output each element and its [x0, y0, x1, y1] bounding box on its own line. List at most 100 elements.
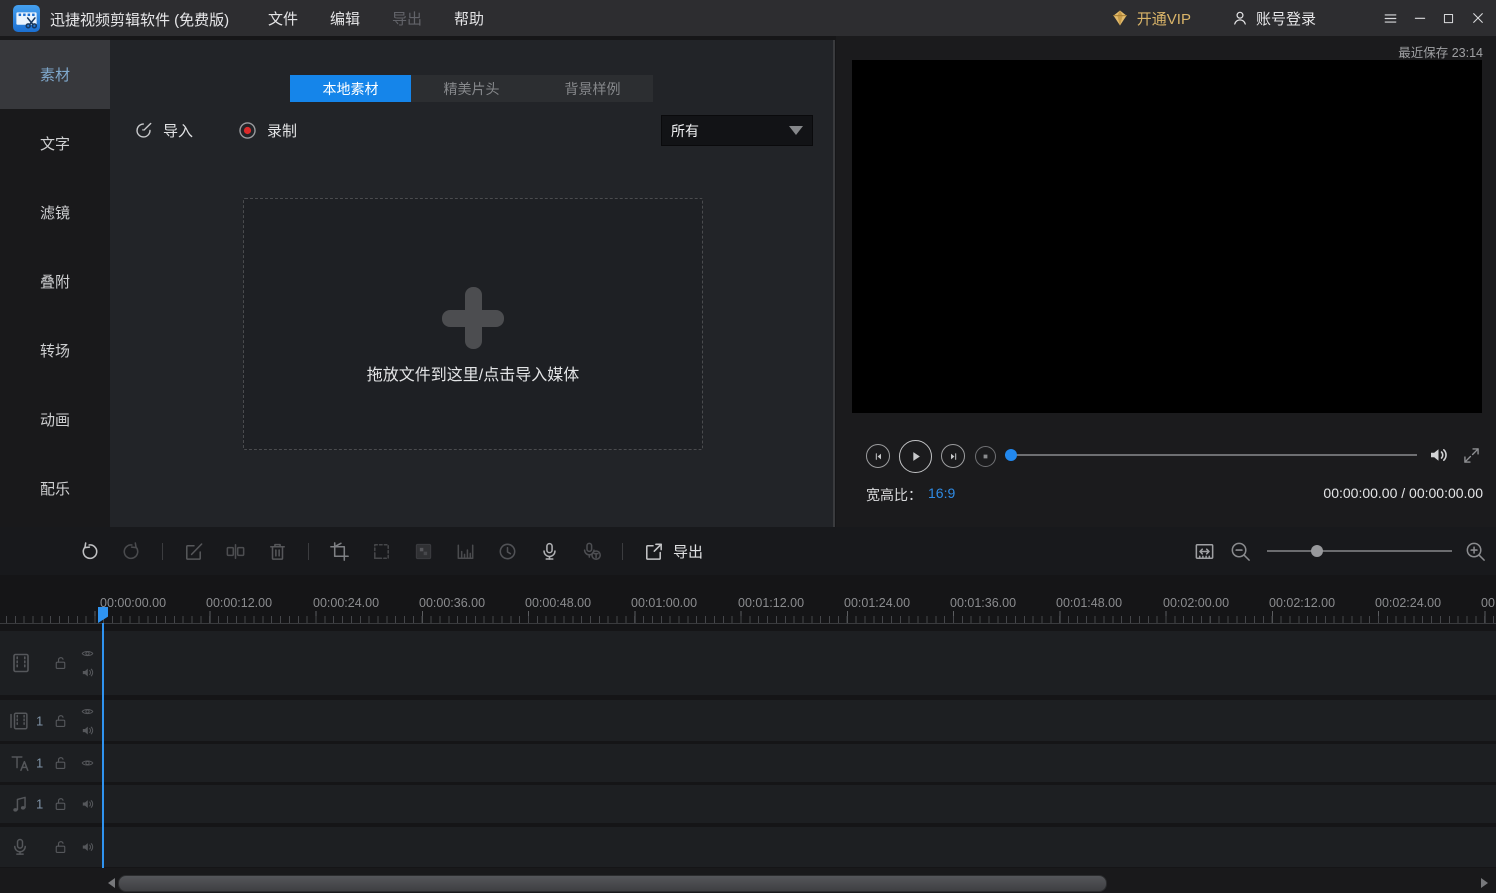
ruler-label: 00:01:48.00	[1056, 596, 1123, 610]
app-title: 迅捷视频剪辑软件 (免费版)	[50, 12, 230, 29]
track-row-voice[interactable]	[0, 827, 1496, 867]
sidebar-item-transition[interactable]: 转场	[0, 316, 110, 385]
maximize-button[interactable]	[1434, 0, 1463, 36]
preview-panel: 最近保存 23:14 宽高比： 16:9 00:00:00.00 / 00:00…	[836, 36, 1496, 527]
timecode-display: 00:00:00.00 / 00:00:00.00	[1323, 485, 1483, 501]
ruler-label: 00:00:36.00	[419, 596, 486, 610]
plus-icon	[442, 287, 504, 349]
filter-dropdown[interactable]: 所有	[661, 115, 813, 146]
speaker-icon[interactable]	[80, 797, 95, 812]
crop-button	[328, 540, 351, 563]
login-button[interactable]: 账号登录	[1231, 8, 1316, 29]
track-row-pip[interactable]: 1	[0, 700, 1496, 741]
music-track-header: 1	[0, 785, 100, 823]
ruler-minor-ticks	[0, 616, 1496, 623]
eye-icon[interactable]	[80, 756, 95, 771]
record-button[interactable]: 录制	[237, 115, 297, 145]
media-dropzone[interactable]: 拖放文件到这里/点击导入媒体	[243, 198, 703, 450]
tab-local-material[interactable]: 本地素材	[290, 75, 411, 102]
hamburger-icon	[1382, 10, 1399, 27]
timeline-scrollbar[interactable]	[0, 868, 1496, 893]
timeline-ruler[interactable]: 00:00:00.00 00:00:12.00 00:00:24.00 00:0…	[0, 575, 1496, 628]
volume-icon[interactable]	[1427, 443, 1451, 467]
close-button[interactable]	[1463, 0, 1492, 36]
sidebar-item-animation[interactable]: 动画	[0, 385, 110, 454]
unlock-icon[interactable]	[52, 796, 69, 813]
stop-icon	[979, 450, 992, 463]
sidebar-item-material[interactable]: 素材	[0, 40, 110, 109]
menu-help[interactable]: 帮助	[453, 8, 485, 29]
seek-slider-track[interactable]	[1005, 454, 1417, 456]
timeline-toolbar: 导出	[0, 527, 1496, 575]
export-button[interactable]: 导出	[673, 541, 703, 562]
microphone-icon	[9, 836, 31, 858]
redo-button	[120, 540, 143, 563]
timeline-zoom-slider-track[interactable]	[1267, 550, 1452, 552]
toolbar-separator	[622, 542, 623, 560]
unlock-icon[interactable]	[52, 839, 69, 856]
login-label: 账号登录	[1255, 10, 1316, 28]
sidebar-item-music[interactable]: 配乐	[0, 454, 110, 523]
person-icon	[1231, 9, 1249, 27]
unlock-icon[interactable]	[52, 755, 69, 772]
menu-file[interactable]: 文件	[267, 8, 299, 29]
export-button-icon[interactable]	[642, 540, 665, 563]
text-track-icon	[9, 752, 31, 774]
vip-diamond-icon	[1110, 8, 1130, 28]
menu-edit[interactable]: 编辑	[329, 8, 361, 29]
zoom-out-button[interactable]	[1229, 540, 1252, 563]
undo-button[interactable]	[78, 540, 101, 563]
speaker-icon[interactable]	[80, 723, 95, 738]
audio-levels-button	[454, 540, 477, 563]
minimize-button[interactable]	[1405, 0, 1434, 36]
unlock-icon[interactable]	[52, 712, 69, 729]
film-icon	[9, 650, 33, 677]
import-button[interactable]: 导入	[133, 115, 193, 145]
music-note-icon	[9, 793, 31, 815]
track-row-text[interactable]: 1	[0, 744, 1496, 782]
zoom-in-button[interactable]	[1464, 540, 1487, 563]
scroll-right-arrow[interactable]	[1481, 878, 1488, 888]
track-row-video[interactable]	[0, 631, 1496, 695]
ruler-label: 00:01:36.00	[950, 596, 1017, 610]
voice-record-button[interactable]	[538, 540, 561, 563]
tab-background-samples[interactable]: 背景样例	[532, 75, 653, 102]
import-label: 导入	[163, 122, 194, 140]
ruler-label: 00:00:00.00	[100, 596, 167, 610]
seek-slider-handle[interactable]	[1005, 449, 1017, 461]
speaker-icon[interactable]	[80, 840, 95, 855]
next-frame-button[interactable]	[941, 444, 965, 468]
timeline-zoom-slider-handle[interactable]	[1311, 545, 1323, 557]
detach-preview-icon[interactable]	[1461, 445, 1482, 466]
play-icon	[905, 446, 926, 467]
vip-button[interactable]: 开通VIP	[1110, 8, 1191, 29]
toolbar-separator	[162, 542, 163, 560]
play-button[interactable]	[899, 440, 932, 473]
unlock-icon[interactable]	[52, 655, 69, 672]
aspect-ratio-value[interactable]: 16:9	[928, 485, 955, 501]
ruler-label: 00:02:36.00	[1481, 596, 1496, 610]
fit-timeline-button[interactable]	[1193, 540, 1216, 563]
track-count: 1	[36, 755, 44, 771]
sidebar-item-overlay[interactable]: 叠附	[0, 247, 110, 316]
scrollbar-thumb[interactable]	[118, 875, 1107, 892]
speaker-icon[interactable]	[80, 665, 95, 680]
eye-icon[interactable]	[80, 704, 95, 719]
text-track-header: 1	[0, 744, 100, 782]
stop-button[interactable]	[975, 446, 996, 467]
import-icon	[133, 120, 154, 141]
track-row-music[interactable]: 1	[0, 785, 1496, 823]
sidebar-item-text[interactable]: 文字	[0, 109, 110, 178]
track-count: 1	[36, 713, 44, 728]
last-saved-status: 最近保存 23:14	[1398, 46, 1483, 60]
voice-to-text-button	[580, 540, 603, 563]
media-tabs: 本地素材 精美片头 背景样例	[290, 75, 653, 102]
tab-intro-templates[interactable]: 精美片头	[411, 75, 532, 102]
eye-icon[interactable]	[80, 646, 95, 661]
sidebar-item-filter[interactable]: 滤镜	[0, 178, 110, 247]
previous-frame-button[interactable]	[866, 444, 890, 468]
scroll-left-arrow[interactable]	[108, 878, 115, 888]
media-library-panel: 本地素材 精美片头 背景样例 导入 录制 所有 拖放文件到这里/点击导入媒体	[110, 40, 833, 527]
titlebar: 迅捷视频剪辑软件 (免费版) 文件 编辑 导出 帮助 开通VIP 账号登录	[0, 0, 1496, 36]
window-menu-button[interactable]	[1376, 0, 1405, 36]
